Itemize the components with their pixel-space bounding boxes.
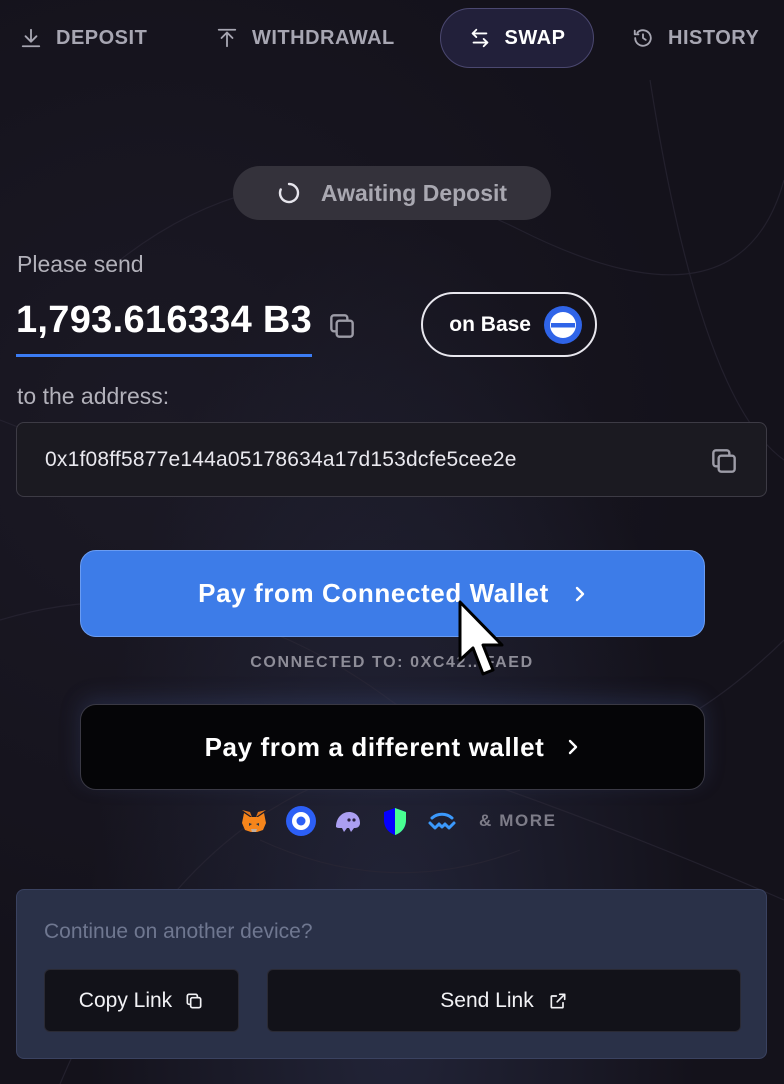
metamask-fox-icon bbox=[242, 810, 266, 832]
coinbase-wallet-icon bbox=[286, 806, 316, 836]
chevron-right-icon bbox=[569, 739, 578, 755]
trust-shield-icon bbox=[384, 808, 406, 835]
send-link-button[interactable]: Send Link bbox=[267, 969, 741, 1032]
tab-swap[interactable]: SWAP bbox=[440, 8, 594, 68]
copy-icon bbox=[186, 993, 202, 1008]
send-label: Please send bbox=[17, 251, 144, 277]
copy-link-label: Copy Link bbox=[78, 988, 173, 1012]
tab-bar: DEPOSIT WITHDRAWAL SWAP HISTORY bbox=[0, 8, 784, 68]
chevron-right-icon bbox=[575, 586, 585, 601]
pay-different-wallet-label: Pay from a different wallet bbox=[204, 731, 545, 762]
network-badge[interactable]: on Base bbox=[421, 292, 597, 357]
address-label: to the address: bbox=[17, 383, 170, 409]
status-label: Awaiting Deposit bbox=[320, 179, 508, 206]
mouse-pointer-icon bbox=[458, 600, 504, 676]
connected-wallet-address: CONNECTED TO: 0XC42…FAED bbox=[250, 654, 534, 671]
more-wallets-label: & MORE bbox=[479, 811, 557, 830]
upload-icon bbox=[217, 28, 237, 48]
copy-address-icon[interactable] bbox=[708, 445, 740, 477]
tab-deposit-label: DEPOSIT bbox=[56, 26, 148, 49]
history-clock-icon bbox=[633, 29, 652, 47]
tab-history[interactable]: HISTORY bbox=[632, 8, 759, 68]
phantom-ghost-icon bbox=[336, 812, 360, 832]
spinner-icon bbox=[278, 182, 300, 204]
another-device-title: Continue on another device? bbox=[44, 920, 313, 943]
copy-link-button[interactable]: Copy Link bbox=[44, 969, 239, 1032]
pay-different-wallet-button[interactable]: Pay from a different wallet bbox=[80, 704, 705, 790]
tab-withdrawal[interactable]: WITHDRAWAL bbox=[216, 8, 395, 68]
status-badge: Awaiting Deposit bbox=[233, 166, 551, 220]
tab-deposit[interactable]: DEPOSIT bbox=[20, 8, 147, 68]
swap-arrows-icon bbox=[471, 28, 488, 48]
tab-withdrawal-label: WITHDRAWAL bbox=[252, 26, 395, 49]
network-label: on Base bbox=[449, 312, 531, 336]
deposit-amount[interactable]: 1,793.616334 B3 bbox=[16, 296, 313, 357]
download-icon bbox=[21, 28, 41, 48]
copy-icon[interactable] bbox=[326, 310, 358, 342]
deposit-address-field[interactable]: 0x1f08ff5877e144a05178634a17d153dcfe5cee… bbox=[16, 422, 767, 497]
another-device-panel: Continue on another device? Copy Link Se… bbox=[16, 889, 767, 1059]
send-link-label: Send Link bbox=[440, 988, 534, 1012]
base-network-icon bbox=[544, 305, 582, 344]
supported-wallets: & MORE bbox=[238, 804, 557, 838]
deposit-address: 0x1f08ff5877e144a05178634a17d153dcfe5cee… bbox=[45, 447, 517, 471]
external-link-icon bbox=[550, 993, 566, 1008]
walletconnect-icon bbox=[428, 812, 456, 830]
pay-connected-wallet-button[interactable]: Pay from Connected Wallet bbox=[80, 550, 705, 637]
tab-history-label: HISTORY bbox=[668, 26, 760, 49]
amount-row: 1,793.616334 B3 bbox=[16, 296, 358, 357]
tab-swap-label: SWAP bbox=[504, 26, 566, 49]
